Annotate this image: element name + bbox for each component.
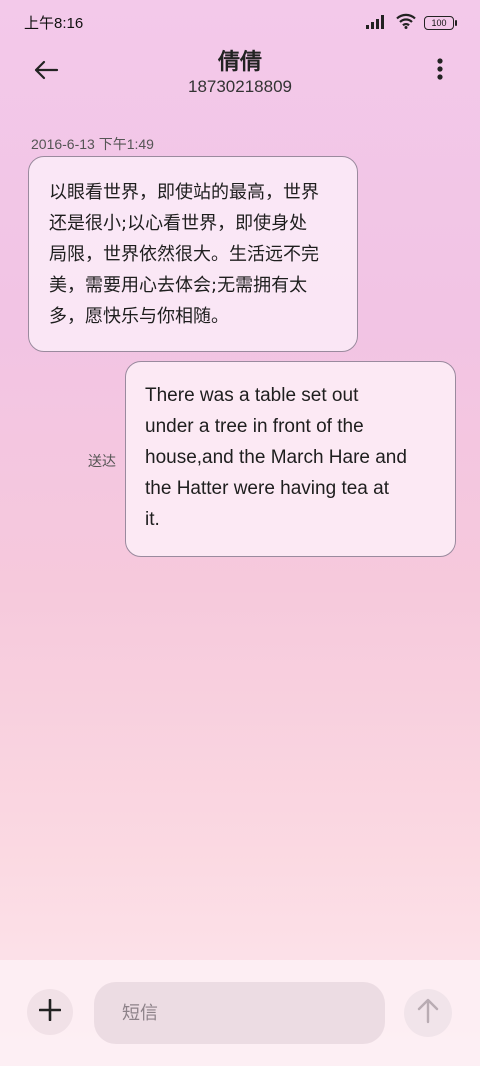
incoming-message-bubble[interactable]: 以眼看世界，即使站的最高，世界 还是很小;以心看世界，即使身处 局限，世界依然很…: [28, 156, 358, 352]
add-attachment-button[interactable]: [27, 989, 73, 1035]
status-icons: 100: [366, 13, 457, 33]
signal-icon: [366, 14, 388, 33]
contact-number: 18730218809: [187, 77, 292, 96]
conversation-header: 倩倩 18730218809: [0, 40, 480, 104]
contact-name: 倩倩: [217, 50, 262, 75]
arrow-up-icon: [417, 998, 439, 1028]
battery-level: 100: [431, 18, 447, 28]
status-time: 上午8:16: [24, 15, 84, 32]
message-timestamp: 2016-6-13 下午1:49: [31, 136, 154, 152]
message-line: it.: [145, 509, 160, 530]
message-line: 以眼看世界，即使站的最高，世界: [49, 182, 319, 203]
message-line: There was a table set out: [145, 385, 359, 406]
more-vertical-icon: [437, 58, 443, 84]
message-line: 多，愿快乐与你相随。: [49, 306, 229, 327]
battery-icon: 100: [424, 16, 457, 30]
message-line: 局限，世界依然很大。生活远不完: [49, 244, 319, 265]
message-line: the Hatter were having tea at: [145, 478, 389, 499]
sms-input[interactable]: [94, 982, 385, 1044]
message-line: house,and the March Hare and: [145, 447, 407, 468]
message-composer: [0, 960, 480, 1066]
status-bar: 上午8:16 100: [0, 0, 480, 44]
message-line: under a tree in front of the: [145, 416, 364, 437]
outgoing-message-bubble[interactable]: There was a table set out under a tree i…: [125, 361, 456, 557]
wifi-icon: [396, 13, 416, 33]
more-options-button[interactable]: [430, 54, 450, 88]
send-button[interactable]: [404, 989, 452, 1037]
message-line: 还是很小;以心看世界，即使身处: [49, 213, 308, 234]
message-line: 美，需要用心去体会;无需拥有太: [49, 275, 308, 296]
delivery-status: 送达: [88, 454, 116, 470]
plus-icon: [38, 998, 62, 1025]
